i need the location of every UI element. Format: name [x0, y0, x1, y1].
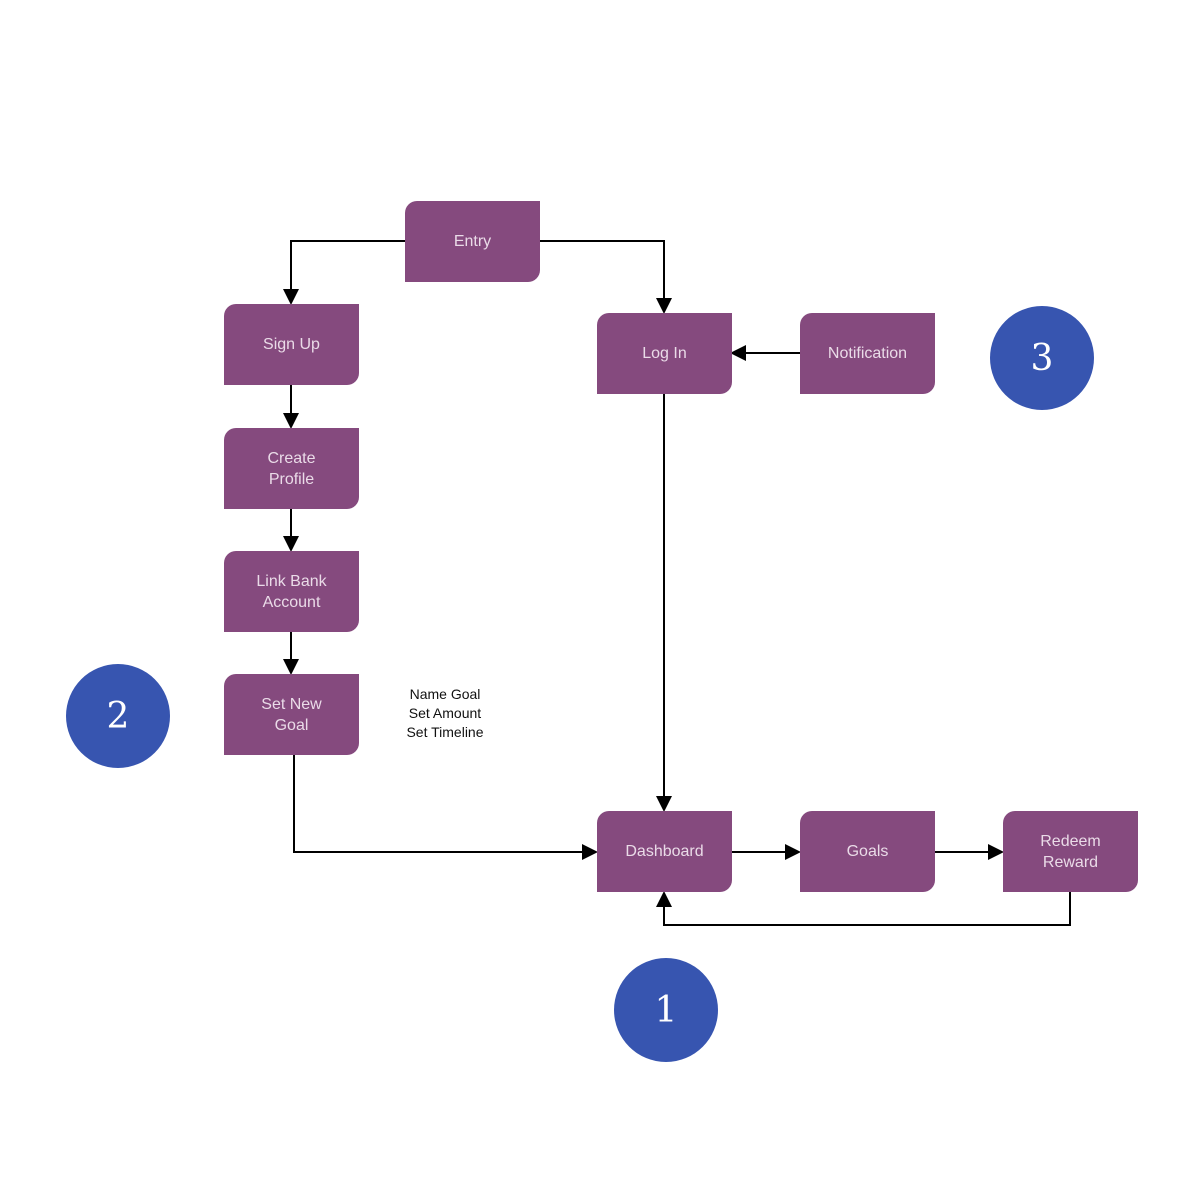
badge-2: 2: [66, 664, 170, 768]
badge-1: 1: [614, 958, 718, 1062]
node-dashboard[interactable]: Dashboard: [597, 811, 732, 892]
edge-entry-login: [540, 240, 672, 314]
node-notification[interactable]: Notification: [800, 313, 935, 394]
node-entry[interactable]: Entry: [405, 201, 540, 282]
note-line: Name Goal: [409, 686, 481, 702]
edge-redeem-dashboard: [656, 887, 1071, 926]
node-create-profile[interactable]: Create Profile: [224, 428, 359, 509]
node-goals[interactable]: Goals: [800, 811, 935, 892]
node-redeem-reward[interactable]: Redeem Reward: [1003, 811, 1138, 892]
node-set-new-goal[interactable]: Set New Goal: [224, 674, 359, 755]
goal-note: Name Goal Set Amount Set Timeline: [380, 685, 510, 742]
edge-entry-signup: [283, 240, 405, 305]
node-sign-up[interactable]: Sign Up: [224, 304, 359, 385]
note-line: Set Timeline: [406, 724, 484, 740]
node-link-bank-account[interactable]: Link Bank Account: [224, 551, 359, 632]
badge-3: 3: [990, 306, 1094, 410]
edges: [283, 240, 1071, 926]
node-log-in[interactable]: Log In: [597, 313, 732, 394]
edge-goal-dashboard: [293, 754, 598, 860]
note-line: Set Amount: [408, 705, 482, 721]
